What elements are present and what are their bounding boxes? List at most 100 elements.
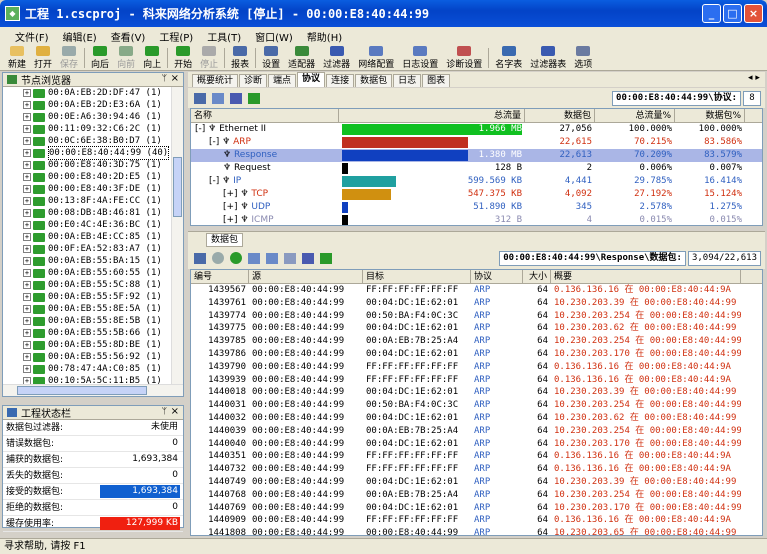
menu-item[interactable]: 文件(F) bbox=[8, 29, 56, 44]
node-item[interactable]: +00:0A:EB:55:BA:15 (1) bbox=[3, 255, 171, 267]
expand-icon[interactable]: + bbox=[23, 185, 31, 193]
packet-row[interactable]: 1440032 00:00:E8:40:44:99 00:04:DC:1E:62:0… bbox=[191, 412, 762, 425]
toolbar-button[interactable]: 日志设置 bbox=[398, 45, 442, 70]
image-icon[interactable] bbox=[266, 252, 278, 264]
expand-icon[interactable]: + bbox=[23, 101, 31, 109]
back-icon[interactable] bbox=[212, 252, 224, 264]
toolbar-button[interactable]: 保存 bbox=[56, 45, 82, 70]
expand-icon[interactable]: + bbox=[23, 305, 31, 313]
packet-row[interactable]: 1440039 00:00:E8:40:44:99 00:0A:EB:7B:25:A… bbox=[191, 425, 762, 438]
packet-row[interactable]: 1439775 00:00:E8:40:44:99 00:04:DC:1E:62:0… bbox=[191, 322, 762, 335]
packet-row[interactable]: 1439786 00:00:E8:40:44:99 00:04:DC:1E:62:0… bbox=[191, 348, 762, 361]
tree-toggle-icon[interactable]: [-] bbox=[195, 124, 205, 134]
protocol-row[interactable]: [+] ♆ ICMP 312 B 4 0.015% 0.015% bbox=[191, 214, 762, 225]
toolbar-button[interactable]: 向后 bbox=[87, 45, 113, 70]
packet-row[interactable]: 1440749 00:00:E8:40:44:99 00:04:DC:1E:62:0… bbox=[191, 476, 762, 489]
column-header[interactable]: 名称 bbox=[191, 109, 339, 122]
expand-icon[interactable]: + bbox=[23, 329, 31, 337]
expand-icon[interactable]: + bbox=[23, 341, 31, 349]
menu-item[interactable]: 工具(T) bbox=[200, 29, 248, 44]
node-item[interactable]: +00:0A:EB:55:8D:BE (1) bbox=[3, 339, 171, 351]
expand-icon[interactable]: + bbox=[23, 293, 31, 301]
node-item[interactable]: +00:0A:EB:55:5B:66 (1) bbox=[3, 327, 171, 339]
close-icon[interactable]: × bbox=[171, 406, 179, 417]
filter-icon[interactable] bbox=[302, 252, 314, 264]
packet-row[interactable]: 1440909 00:00:E8:40:44:99 FF:FF:FF:FF:FF:F… bbox=[191, 514, 762, 527]
toolbar-button[interactable]: 网络配置 bbox=[354, 45, 398, 70]
toolbar-button[interactable]: 诊断设置 bbox=[442, 45, 486, 70]
node-item[interactable]: +00:00:E8:40:3D:75 (1) bbox=[3, 159, 171, 171]
tab-2[interactable]: 端点 bbox=[268, 74, 297, 87]
node-item[interactable]: +00:0A:EB:55:5F:92 (1) bbox=[3, 291, 171, 303]
expand-icon[interactable]: + bbox=[23, 365, 31, 373]
column-header[interactable]: 概要 bbox=[551, 270, 741, 283]
refresh-icon[interactable] bbox=[320, 252, 332, 264]
node-item[interactable]: +00:0F:EA:52:83:A7 (1) bbox=[3, 243, 171, 255]
node-item[interactable]: +00:00:E8:40:2D:E5 (1) bbox=[3, 171, 171, 183]
toolbar-button[interactable]: 名字表 bbox=[491, 45, 526, 70]
packet-row[interactable]: 1439785 00:00:E8:40:44:99 00:0A:EB:7B:25:A… bbox=[191, 335, 762, 348]
packet-row[interactable]: 1439790 00:00:E8:40:44:99 FF:FF:FF:FF:FF:F… bbox=[191, 361, 762, 374]
expand-icon[interactable]: + bbox=[23, 221, 31, 229]
node-horizontal-scrollbar[interactable] bbox=[3, 384, 183, 396]
expand-icon[interactable]: + bbox=[23, 209, 31, 217]
protocol-row[interactable]: [-] ♆ IP 599.569 KB 4,441 29.785% 16.414% bbox=[191, 175, 762, 188]
protocol-row[interactable]: [-] ♆ Ethernet II 1.966 MB 27,056 100.000% 1… bbox=[191, 123, 762, 136]
menu-item[interactable]: 查看(V) bbox=[104, 29, 153, 44]
column-header[interactable]: 目标 bbox=[363, 270, 471, 283]
tab-scroll-arrows[interactable]: ◂ ▸ bbox=[748, 73, 760, 83]
minimize-button[interactable]: _ bbox=[702, 4, 721, 23]
expand-icon[interactable]: + bbox=[23, 245, 31, 253]
node-item[interactable]: +00:11:09:32:C6:2C (1) bbox=[3, 123, 171, 135]
column-header[interactable]: 总流量% bbox=[595, 109, 675, 122]
column-header[interactable]: 总流量 bbox=[339, 109, 525, 122]
node-item[interactable]: +00:0A:EB:55:60:55 (1) bbox=[3, 267, 171, 279]
packet-row[interactable]: 1440351 00:00:E8:40:44:99 FF:FF:FF:FF:FF:F… bbox=[191, 450, 762, 463]
tab-7[interactable]: 图表 bbox=[422, 74, 451, 87]
node-item[interactable]: +00:13:8F:4A:FE:CC (1) bbox=[3, 195, 171, 207]
toolbar-button[interactable]: 向上 bbox=[139, 45, 165, 70]
packet-row[interactable]: 1440031 00:00:E8:40:44:99 00:50:BA:F4:0C:3… bbox=[191, 399, 762, 412]
expand-icon[interactable]: + bbox=[23, 269, 31, 277]
tree-toggle-icon[interactable]: [-] bbox=[209, 176, 219, 186]
expand-icon[interactable]: + bbox=[23, 197, 31, 205]
column-header[interactable]: 大小 bbox=[523, 270, 551, 283]
expand-icon[interactable]: + bbox=[23, 137, 31, 145]
protocol-row[interactable]: [-] ♆ ARP 1.380 MB 22,615 70.215% 83.586% bbox=[191, 136, 762, 149]
node-item[interactable]: +00:10:5A:5C:11:B5 (1) bbox=[3, 375, 171, 384]
toolbar-button[interactable]: 停止 bbox=[196, 45, 222, 70]
tree-toggle-icon[interactable]: [+] bbox=[223, 189, 238, 199]
pin-icon[interactable]: ᛘ bbox=[162, 407, 167, 417]
expand-icon[interactable]: + bbox=[23, 173, 31, 181]
toolbar-button[interactable]: 适配器 bbox=[284, 45, 319, 70]
expand-icon[interactable]: + bbox=[23, 257, 31, 265]
toolbar-button[interactable]: 过滤器 bbox=[319, 45, 354, 70]
toolbar-button[interactable]: 过滤器表 bbox=[526, 45, 570, 70]
pin-icon[interactable]: ᛘ bbox=[162, 74, 167, 84]
protocol-row[interactable]: ♆ Response 1.380 MB 22,613 70.209% 83.579% bbox=[191, 149, 762, 162]
expand-icon[interactable]: + bbox=[23, 281, 31, 289]
node-item[interactable]: +00:0A:EB:2D:E3:6A (1) bbox=[3, 99, 171, 111]
packet-row[interactable]: 1439761 00:00:E8:40:44:99 00:04:DC:1E:62:0… bbox=[191, 297, 762, 310]
node-item[interactable]: +00:00:E8:40:44:99 (40) bbox=[3, 146, 171, 160]
packet-row[interactable]: 1440732 00:00:E8:40:44:99 FF:FF:FF:FF:FF:F… bbox=[191, 463, 762, 476]
expand-icon[interactable]: + bbox=[23, 353, 31, 361]
menu-item[interactable]: 编辑(E) bbox=[56, 29, 104, 44]
node-item[interactable]: +00:0A:EB:55:56:92 (1) bbox=[3, 351, 171, 363]
toolbar-button[interactable]: 新建 bbox=[4, 45, 30, 70]
node-item[interactable]: +00:08:DB:4B:46:81 (1) bbox=[3, 207, 171, 219]
packet-panel-title[interactable]: 数据包 bbox=[206, 232, 244, 247]
expand-icon[interactable]: + bbox=[23, 377, 31, 384]
filter-icon[interactable] bbox=[230, 92, 242, 104]
menu-item[interactable]: 帮助(H) bbox=[300, 29, 349, 44]
toolbar-button[interactable]: 报表 bbox=[227, 45, 253, 70]
node-item[interactable]: +00:78:47:4A:C0:85 (1) bbox=[3, 363, 171, 375]
node-item[interactable]: +00:0A:EB:55:8E:5B (1) bbox=[3, 315, 171, 327]
column-header[interactable]: 协议 bbox=[471, 270, 523, 283]
expand-icon[interactable]: + bbox=[23, 233, 31, 241]
toolbar-button[interactable]: 开始 bbox=[170, 45, 196, 70]
tree-toggle-icon[interactable]: [+] bbox=[223, 202, 238, 212]
view-icon[interactable] bbox=[194, 92, 206, 104]
expand-icon[interactable]: + bbox=[23, 125, 31, 133]
menu-item[interactable]: 窗口(W) bbox=[248, 29, 300, 44]
